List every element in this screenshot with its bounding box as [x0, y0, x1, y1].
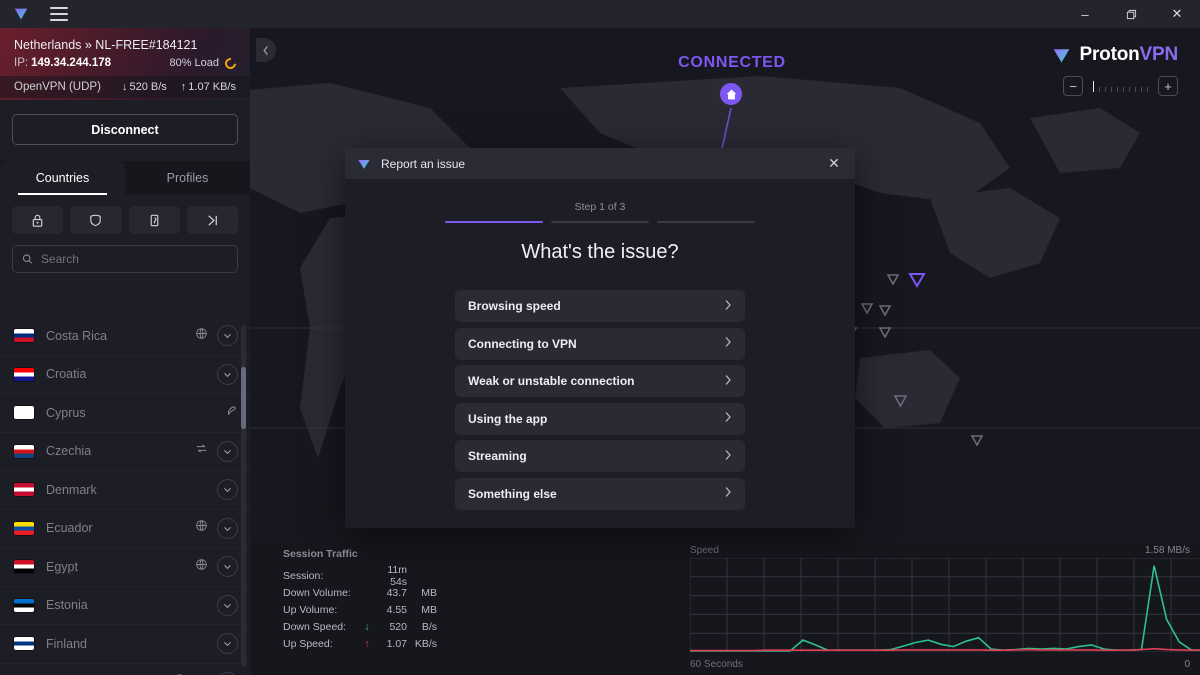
- step-indicator: Step 1 of 3: [445, 201, 755, 223]
- chevron-right-icon: [724, 336, 732, 351]
- modal-titlebar: Report an issue ✕: [345, 148, 855, 179]
- step-bars: [445, 221, 755, 223]
- chevron-right-icon: [724, 486, 732, 501]
- issue-option[interactable]: Weak or unstable connection: [455, 365, 745, 397]
- issue-option[interactable]: Streaming: [455, 440, 745, 472]
- modal-title: Report an issue: [381, 156, 466, 171]
- chevron-right-icon: [724, 449, 732, 464]
- modal-body: Step 1 of 3 What's the issue? Browsing s…: [345, 201, 855, 510]
- step-bar-1: [445, 221, 543, 223]
- issue-option-label: Something else: [468, 486, 557, 501]
- step-label: Step 1 of 3: [574, 201, 626, 213]
- issue-option[interactable]: Connecting to VPN: [455, 327, 745, 360]
- modal-close-button[interactable]: ✕: [821, 151, 847, 177]
- issue-option-label: Weak or unstable connection: [468, 374, 635, 388]
- step-bar-3: [657, 221, 755, 223]
- issue-option-label: Streaming: [468, 449, 527, 463]
- report-issue-modal: Report an issue ✕ Step 1 of 3 What's the…: [345, 148, 855, 528]
- proton-logo-icon: [358, 159, 370, 169]
- modal-question: What's the issue?: [521, 241, 679, 263]
- issue-option-label: Browsing speed: [468, 299, 561, 313]
- issue-option-label: Using the app: [468, 411, 548, 426]
- protonvpn-window: – ✕ CONNECTED ProtonVPN − + Session Traf…: [0, 0, 1200, 675]
- issue-option-label: Connecting to VPN: [468, 336, 577, 351]
- issue-option[interactable]: Browsing speed: [455, 290, 745, 322]
- issue-option[interactable]: Using the app: [455, 402, 745, 435]
- modal-overlay: Report an issue ✕ Step 1 of 3 What's the…: [0, 0, 1200, 675]
- issue-option[interactable]: Something else: [455, 477, 745, 510]
- chevron-right-icon: [724, 299, 732, 314]
- issue-options: Browsing speed Connecting to VPN Weak or u…: [455, 290, 745, 510]
- chevron-right-icon: [724, 374, 732, 389]
- chevron-right-icon: [724, 411, 732, 426]
- step-bar-2: [551, 221, 649, 223]
